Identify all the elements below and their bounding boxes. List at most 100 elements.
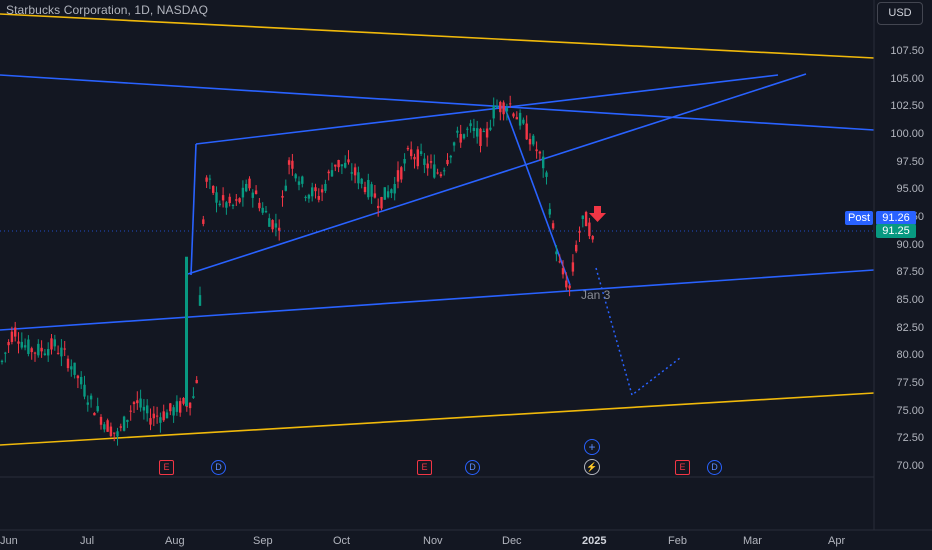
candle: [429, 154, 433, 169]
candle: [499, 100, 502, 121]
candle: [258, 197, 261, 212]
candle-body: [212, 186, 215, 193]
candle: [390, 188, 393, 199]
candle: [535, 141, 538, 159]
candle: [363, 181, 367, 195]
candle: [360, 177, 363, 189]
candle: [344, 155, 347, 169]
candle-body: [63, 348, 66, 350]
candle-body: [172, 407, 175, 416]
candle: [446, 153, 449, 166]
candle: [542, 150, 545, 178]
earnings-marker[interactable]: E: [159, 460, 174, 475]
candle: [340, 164, 344, 175]
earnings-marker[interactable]: E: [675, 460, 690, 475]
candle-body: [386, 191, 390, 198]
candle: [14, 321, 17, 342]
candle: [251, 189, 254, 208]
candle: [419, 143, 423, 157]
candle-body: [485, 128, 489, 138]
candle-body: [499, 102, 502, 113]
candle-body: [558, 261, 561, 263]
candle: [136, 391, 139, 410]
candle-body: [452, 142, 456, 146]
candle-body: [578, 231, 581, 233]
candle-body: [446, 159, 449, 165]
candle: [27, 335, 30, 357]
candle-body: [4, 352, 7, 354]
price-tick-label: 97.50: [896, 155, 924, 168]
candle: [532, 134, 535, 147]
candle: [320, 184, 324, 202]
candle: [373, 185, 377, 199]
blue-drop-path: [504, 107, 571, 286]
blue-vertical-jump: [190, 143, 197, 276]
candle-body: [542, 156, 545, 169]
candle-body: [512, 113, 515, 117]
price-tick-label: 75.00: [896, 404, 924, 417]
dividend-marker[interactable]: D: [707, 460, 722, 475]
candle: [525, 115, 528, 141]
candle: [165, 409, 169, 419]
candle: [469, 119, 472, 133]
candle: [281, 190, 284, 207]
candles: [0, 95, 594, 446]
candle: [528, 133, 532, 151]
add-event-icon[interactable]: +: [584, 439, 600, 455]
candle-body: [334, 164, 337, 167]
post-market-price: 91.26: [876, 211, 916, 225]
candle-body: [106, 420, 109, 432]
candle-body: [215, 192, 218, 203]
candle: [261, 202, 264, 215]
price-tick-label: 107.50: [890, 45, 924, 57]
candle-body: [350, 172, 353, 174]
candle: [126, 419, 129, 428]
earnings-marker[interactable]: E: [417, 460, 432, 475]
candle: [377, 198, 380, 217]
candle-body: [492, 105, 495, 119]
candle-body: [505, 108, 509, 112]
trend-lines[interactable]: [0, 13, 875, 446]
sell-arrow-icon: [589, 206, 606, 222]
date-annotation: Jan 3: [581, 288, 611, 302]
candle-body: [278, 227, 281, 231]
candle: [357, 166, 360, 190]
dividend-marker[interactable]: D: [211, 460, 226, 475]
candle: [7, 339, 10, 353]
candle-body: [202, 219, 205, 224]
candle: [337, 159, 340, 173]
candle-body: [254, 190, 258, 195]
currency-button[interactable]: USD: [877, 2, 923, 25]
candle-body: [142, 406, 146, 411]
candle-body: [393, 184, 396, 194]
candle: [571, 254, 575, 276]
candle: [155, 406, 159, 424]
candle: [37, 339, 40, 358]
candle-body: [268, 218, 271, 227]
candle: [146, 399, 149, 422]
dividend-marker[interactable]: D: [465, 460, 480, 475]
candle-body: [205, 177, 208, 182]
candle-body: [116, 431, 119, 437]
candle: [452, 141, 456, 152]
candle: [218, 200, 221, 207]
candle: [347, 150, 350, 165]
candle-body: [330, 170, 334, 177]
candle-body: [320, 189, 324, 193]
candle-body: [192, 396, 195, 398]
candle-body: [545, 172, 548, 177]
candle-body: [146, 405, 149, 414]
candle: [215, 186, 218, 213]
price-tick-label: 90.00: [896, 238, 924, 251]
candle-body: [291, 160, 294, 169]
candle: [492, 97, 495, 127]
time-tick-label: 2025: [582, 535, 607, 547]
candle-body: [66, 358, 70, 369]
candle: [324, 179, 327, 194]
price-tick-label: 87.50: [896, 266, 924, 279]
candle-body: [50, 338, 53, 350]
candle-body: [139, 398, 142, 408]
flash-event-icon[interactable]: ⚡: [584, 459, 600, 475]
last-price-tag: 91.25: [876, 224, 916, 238]
candle: [241, 180, 245, 207]
